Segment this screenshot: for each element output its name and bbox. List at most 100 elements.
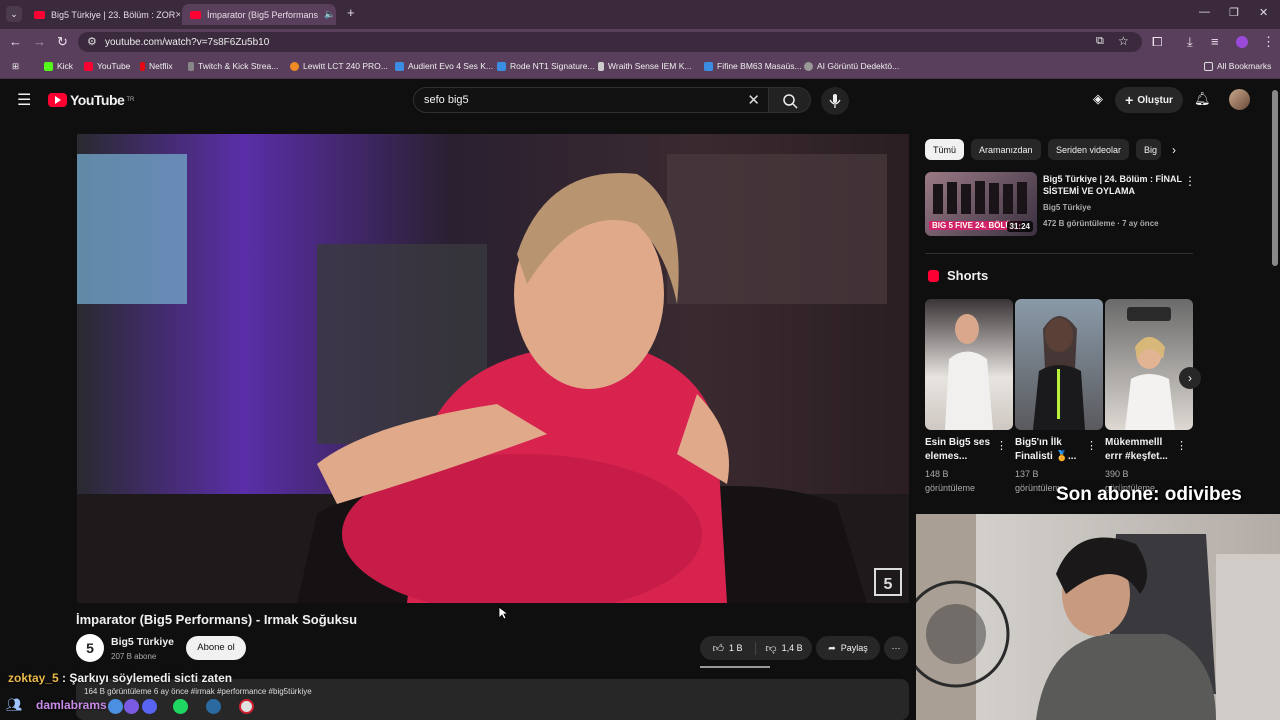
address-bar[interactable]: ⚙ youtube.com/watch?v=7s8F6Zu5b10 ⧉ ☆ (78, 32, 1142, 52)
bookmark-youtube[interactable]: YouTube (84, 61, 130, 71)
discord-users-icon: 👥︎ (6, 697, 23, 712)
like-ratio-bar (700, 666, 770, 668)
subscriber-count: 207 B abone (111, 652, 157, 661)
close-tab-icon[interactable]: × (335, 9, 336, 21)
youtube-logo[interactable]: YouTube TR (48, 92, 134, 108)
bookmark-star-icon[interactable]: ☆ (1118, 34, 1129, 48)
bookmark-fifine[interactable]: Fifine BM63 Masaüs... (704, 61, 802, 71)
clear-search-icon[interactable]: ✕ (747, 91, 760, 109)
subscribe-button[interactable]: Abone ol (186, 636, 246, 660)
forward-icon[interactable]: → (33, 34, 46, 49)
plus-icon: + (1125, 92, 1134, 108)
short-thumbnail-2[interactable] (1015, 299, 1103, 430)
browser-menu-icon[interactable]: ⋮ (1262, 34, 1275, 50)
youtube-play-icon (48, 93, 67, 107)
page-icon (188, 61, 194, 71)
youtube-header: ☰ YouTube TR sefo big5 ✕ ◈ + Oluştur 🔔︎ (0, 80, 1280, 120)
last-subscriber-overlay: Son abone: odivibes (1056, 484, 1242, 505)
chip-all[interactable]: Tümü (925, 139, 965, 160)
video-player[interactable]: 5 (77, 134, 909, 603)
bookmark-kick[interactable]: Kick (44, 61, 73, 71)
obs-icon (239, 699, 254, 714)
bookmark-wraith[interactable]: Wraith Sense IEM K... (598, 61, 691, 71)
bookmark-lewitt[interactable]: Lewitt LCT 240 PRO... (290, 61, 388, 71)
tab-search-button[interactable]: ⌄ (6, 6, 22, 22)
browser-tab-2[interactable]: İmparator (Big5 Performans 🔈 × (182, 4, 336, 25)
short-more-icon[interactable]: ⋮ (996, 439, 1007, 452)
like-button[interactable]: 👍︎ 1 B (700, 641, 756, 655)
apps-grid-icon[interactable]: ⊞ (12, 61, 19, 72)
thumbs-up-icon: 👍︎ (712, 642, 724, 655)
back-icon[interactable]: ← (9, 34, 22, 49)
short-title-2[interactable]: Big5'ın İlk Finalisti 🏅... (1015, 436, 1091, 464)
recommended-thumbnail[interactable]: BIG 5 FIVE 24. BÖLÜM 31:24 (925, 172, 1037, 236)
short-more-icon[interactable]: ⋮ (1086, 439, 1097, 452)
chip-series-videos[interactable]: Seriden videolar (1048, 139, 1130, 160)
youtube-favicon-icon (34, 10, 45, 19)
page-scrollbar[interactable] (1272, 90, 1278, 266)
short-thumbnail-3[interactable] (1105, 299, 1193, 430)
short-thumbnail-1[interactable] (925, 299, 1013, 430)
search-icon (783, 94, 798, 109)
recommended-more-icon[interactable]: ⋮ (1184, 174, 1196, 188)
voice-search-button[interactable] (821, 87, 849, 115)
youtube-icon (84, 61, 93, 71)
share-button[interactable]: ➦ Paylaş (816, 636, 880, 660)
notifications-bell-icon[interactable]: 🔔︎ (1194, 91, 1211, 107)
bookmarks-bar: ⊞ Kick YouTube Netflix Twitch & Kick Str… (0, 55, 1280, 79)
bookmark-audient[interactable]: Audient Evo 4 Ses K... (395, 61, 493, 71)
shorts-next-icon[interactable]: › (1179, 367, 1201, 389)
close-window-icon[interactable]: ✕ (1259, 6, 1268, 19)
hamburger-menu-icon[interactable]: ☰ (17, 90, 31, 110)
chrome-icon (108, 699, 123, 714)
short-more-icon[interactable]: ⋮ (1176, 439, 1187, 452)
speaker-icon[interactable]: 🔈 (324, 9, 335, 20)
restore-window-icon[interactable]: ❐ (1229, 6, 1239, 19)
folder-icon (1204, 61, 1213, 71)
page-icon (290, 61, 299, 71)
browser-tab-1[interactable]: Big5 Türkiye | 23. Bölüm : ZOR × (26, 4, 180, 25)
profile-avatar[interactable] (1236, 36, 1248, 48)
downloads-icon[interactable]: ⤓ (1187, 34, 1193, 50)
kick-icon (44, 61, 53, 71)
bookmark-rode[interactable]: Rode NT1 Signature... (497, 61, 595, 71)
share-arrow-icon: ➦ (828, 642, 836, 653)
page-icon (598, 61, 604, 71)
new-tab-button[interactable]: + (347, 5, 355, 20)
bookmark-ai-detector[interactable]: AI Görüntü Dedektö... (804, 61, 899, 71)
dislike-button[interactable]: 👎︎ 1,4 B (756, 642, 812, 655)
bookmark-twitch-kick[interactable]: Twitch & Kick Strea... (188, 61, 278, 71)
cast-icon[interactable]: ◈ (1093, 91, 1103, 107)
chat-username: zoktay_5 (8, 671, 59, 685)
extensions-icon[interactable]: ⧠ (1152, 34, 1162, 50)
create-button[interactable]: + Oluştur (1115, 87, 1183, 113)
reload-icon[interactable]: ↻ (57, 34, 68, 50)
all-bookmarks[interactable]: All Bookmarks (1204, 61, 1271, 71)
chat-message: zoktay_5 : Şarkıyı söylemedi sicti zaten (8, 671, 232, 685)
thumbs-down-icon: 👎︎ (765, 642, 777, 655)
chevron-right-icon[interactable]: › (1172, 143, 1176, 157)
short-title-3[interactable]: Mükemmelll errr #keşfet... (1105, 436, 1181, 464)
site-info-icon[interactable]: ⚙ (87, 35, 97, 48)
chip-from-search[interactable]: Aramanızdan (971, 139, 1041, 160)
install-app-icon[interactable]: ⧉ (1096, 35, 1104, 48)
media-controls-icon[interactable]: ≡ (1211, 34, 1219, 49)
minimize-window-icon[interactable]: — (1199, 6, 1210, 18)
recommended-meta: 472 B görüntüleme · 7 ay önce (1043, 219, 1159, 228)
account-avatar[interactable] (1229, 89, 1250, 110)
search-input[interactable]: sefo big5 ✕ (413, 87, 769, 113)
more-actions-button[interactable]: ⋯ (884, 636, 908, 660)
close-tab-icon[interactable]: × (175, 9, 180, 21)
shorts-icon (928, 269, 939, 282)
channel-avatar[interactable]: 5 (76, 634, 104, 662)
recommended-info[interactable]: Big5 Türkiye | 24. Bölüm : FİNAL SİSTEMİ… (1043, 173, 1183, 230)
channel-name[interactable]: Big5 Türkiye (111, 636, 174, 648)
search-button[interactable] (769, 87, 811, 113)
video-duration: 31:24 (1006, 221, 1033, 232)
url-text: youtube.com/watch?v=7s8F6Zu5b10 (105, 37, 270, 48)
stream-tray: 👥︎ damlabrams (0, 694, 270, 720)
short-title-1[interactable]: Esin Big5 ses elemes... (925, 436, 1001, 464)
chip-big[interactable]: Big (1136, 139, 1161, 160)
bookmark-netflix[interactable]: Netflix (140, 61, 173, 71)
channel-watermark: 5 (884, 576, 893, 593)
